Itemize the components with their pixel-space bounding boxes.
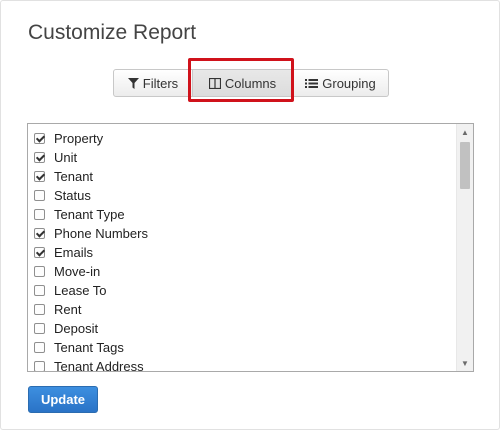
item-label: Move-in — [54, 264, 101, 279]
item-label: Rent — [54, 302, 82, 317]
list-item[interactable]: Status — [34, 186, 91, 205]
checkbox[interactable] — [34, 171, 45, 182]
checkbox[interactable] — [34, 304, 45, 315]
checkbox[interactable] — [34, 209, 45, 220]
update-button[interactable]: Update — [28, 386, 98, 413]
list-item[interactable]: Tenant — [34, 167, 93, 186]
checkbox[interactable] — [34, 228, 45, 239]
list-item[interactable]: Tenant Address — [34, 357, 144, 372]
item-label: Tenant Address — [54, 359, 144, 372]
item-label: Property — [54, 131, 104, 146]
item-label: Status — [54, 188, 91, 203]
scrollbar-thumb[interactable] — [460, 142, 470, 189]
tab-label: Filters — [142, 75, 179, 91]
highlight-box — [188, 58, 294, 102]
tab-grouping[interactable]: Grouping — [293, 69, 389, 97]
tab-label: Grouping — [322, 75, 376, 91]
columns-list[interactable]: Property Unit Tenant Status Tenant Type … — [27, 123, 474, 372]
checkbox[interactable] — [34, 133, 45, 144]
checkbox[interactable] — [34, 190, 45, 201]
checkbox[interactable] — [34, 361, 45, 371]
item-label: Tenant — [54, 169, 94, 184]
scroll-up-arrow-icon[interactable]: ▲ — [457, 124, 473, 140]
list-item[interactable]: Rent — [34, 300, 81, 319]
scroll-down-arrow-icon[interactable]: ▼ — [457, 355, 473, 371]
checkbox[interactable] — [34, 247, 45, 258]
list-item[interactable]: Phone Numbers — [34, 224, 148, 243]
item-label: Phone Numbers — [54, 226, 148, 241]
list-item[interactable]: Unit — [34, 148, 77, 167]
list-item[interactable]: Lease To — [34, 281, 107, 300]
list-item[interactable]: Tenant Type — [34, 205, 125, 224]
item-label: Unit — [54, 150, 78, 165]
item-label: Tenant Tags — [54, 340, 124, 355]
checkbox[interactable] — [34, 152, 45, 163]
item-label: Lease To — [54, 283, 107, 298]
item-label: Tenant Type — [54, 207, 125, 222]
list-item[interactable]: Move-in — [34, 262, 100, 281]
list-item[interactable]: Tenant Tags — [34, 338, 124, 357]
item-label: Deposit — [54, 321, 99, 336]
checkbox[interactable] — [34, 266, 45, 277]
checkbox[interactable] — [34, 285, 45, 296]
customize-report-dialog: Customize Report Filters Columns Groupin… — [0, 0, 500, 430]
list-item[interactable]: Property — [34, 129, 103, 148]
tab-filters[interactable]: Filters — [113, 69, 193, 97]
checkbox[interactable] — [34, 323, 45, 334]
list-item[interactable]: Emails — [34, 243, 93, 262]
checkbox[interactable] — [34, 342, 45, 353]
dialog-title: Customize Report — [28, 21, 197, 44]
item-label: Emails — [54, 245, 94, 260]
list-item[interactable]: Deposit — [34, 319, 98, 338]
filter-icon — [127, 77, 139, 89]
list-icon — [305, 78, 319, 89]
scrollbar[interactable]: ▲ ▼ — [456, 124, 473, 371]
